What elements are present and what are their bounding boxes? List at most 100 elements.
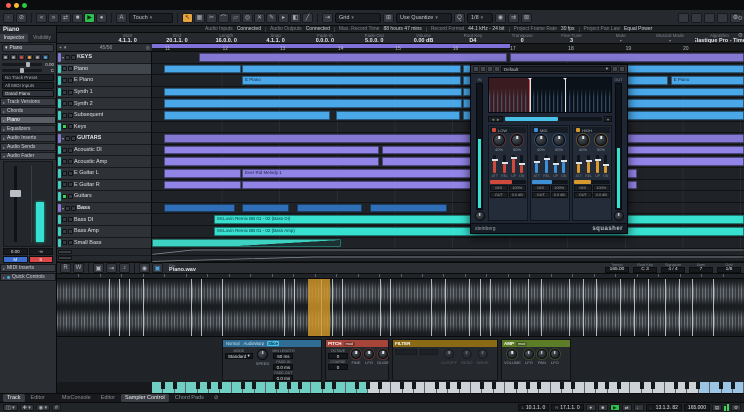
piano-key-black[interactable] — [616, 382, 621, 389]
track-lane-subsequent[interactable] — [152, 110, 744, 122]
band-slider-UP[interactable]: UP — [594, 155, 601, 179]
playback-tab-slice[interactable]: Slice — [267, 341, 279, 346]
track-solo-button[interactable] — [68, 170, 73, 176]
plugin-close-button[interactable] — [619, 66, 625, 72]
piano-key-black[interactable] — [434, 382, 439, 389]
track-mute-button[interactable] — [62, 147, 67, 153]
piano-key-black[interactable] — [514, 382, 519, 389]
warp-marker[interactable] — [541, 279, 543, 336]
inspector-section-track-versions[interactable]: ▸ Track Versions — [0, 98, 56, 106]
audition-button[interactable]: ◉ — [495, 12, 506, 23]
piano-key-black[interactable] — [377, 382, 382, 389]
piano-key-black[interactable] — [411, 382, 416, 389]
track-lane-bass-di[interactable]: McLovin Remix BB 01 - 02 (Bass DI) — [152, 214, 744, 226]
track-solo-button[interactable] — [68, 101, 73, 107]
left-tab-track[interactable]: Track — [3, 394, 25, 402]
warp-marker[interactable] — [479, 279, 481, 336]
band-slider-REL[interactable]: REL — [585, 155, 592, 179]
speed-knob[interactable] — [257, 349, 269, 360]
track-mute-button[interactable] — [62, 217, 67, 223]
track-header-bass-amp[interactable]: Bass Amp — [57, 226, 151, 238]
warp-marker[interactable] — [664, 279, 666, 336]
track-header-e-piano[interactable]: E Piano — [57, 75, 151, 87]
piano-key-black[interactable] — [650, 382, 655, 389]
band-row-value[interactable]: 100% — [508, 185, 526, 191]
glue-tool-button[interactable]: ⌒ — [218, 12, 229, 23]
piano-key-black[interactable] — [172, 382, 177, 389]
track-header-guitars[interactable]: ▾ GUITARS — [57, 133, 151, 145]
track-header-e-guitar-r[interactable]: E Guitar R — [57, 179, 151, 192]
clip-keys[interactable] — [510, 53, 744, 62]
band-row-value[interactable]: 0.0 dB — [508, 192, 526, 198]
inspector-section-equalizers[interactable]: ▸ Equalizers — [0, 125, 56, 133]
DRIVE-knob[interactable] — [477, 349, 488, 359]
right-locator[interactable]: R 17.1.1. 0 — [551, 404, 584, 411]
warp-marker[interactable] — [489, 279, 491, 336]
color-tool-button[interactable]: ◧ — [290, 12, 301, 23]
piano-key-black[interactable] — [457, 382, 462, 389]
warp-marker[interactable] — [647, 279, 649, 336]
crossfade-button[interactable]: ⊠ — [521, 12, 532, 23]
project-setup-button[interactable]: ⊘ — [16, 12, 27, 23]
track-mute-button[interactable] — [65, 54, 71, 60]
minimize-window-button[interactable] — [14, 3, 19, 8]
track-mute-button[interactable] — [62, 240, 67, 246]
arrangement-area[interactable]: E Piano E Piano Ever Rid Melody 1 McLovin R… — [152, 52, 744, 262]
warp-marker[interactable] — [568, 279, 570, 336]
plugin-bypass-button[interactable] — [473, 66, 479, 72]
window-layout-button-1[interactable] — [678, 12, 689, 23]
band-row-value[interactable]: 0.0 dB — [550, 192, 568, 198]
input-gain-knob[interactable] — [474, 211, 485, 221]
warp-marker[interactable] — [510, 279, 512, 336]
infoline-field-fine-tune[interactable]: Fine-Tune 3 — [547, 33, 596, 43]
track-solo-button[interactable] — [68, 193, 73, 199]
piano-key-black[interactable] — [480, 382, 485, 389]
knob[interactable] — [553, 134, 565, 146]
warp-marker[interactable] — [469, 279, 471, 336]
piano-key-black[interactable] — [286, 382, 291, 389]
mini-record-button[interactable]: ● — [585, 404, 596, 411]
fader-handle[interactable] — [10, 190, 21, 197]
band-mix-bar[interactable] — [574, 180, 610, 184]
piano-key-black[interactable] — [639, 382, 644, 389]
warp-marker[interactable] — [596, 279, 598, 336]
track-solo-button[interactable] — [68, 147, 73, 153]
routing-row-1[interactable]: All MIDI Inputs — [2, 82, 54, 89]
piano-key-black[interactable] — [195, 382, 200, 389]
folder-open-icon[interactable]: ▾ — [62, 136, 64, 141]
metronome-button[interactable]: ♩ — [633, 404, 644, 411]
crossover-marker-1[interactable] — [528, 78, 533, 112]
warp-marker[interactable] — [620, 279, 622, 336]
clip-piano[interactable] — [609, 64, 744, 74]
warp-marker[interactable] — [390, 279, 392, 336]
track-header-small-bass[interactable]: Small Bass — [57, 237, 151, 250]
clip-synth-2[interactable] — [163, 99, 462, 108]
read-automation-button[interactable]: R — [60, 263, 71, 273]
play-tool-tool-button[interactable]: ▸ — [278, 12, 289, 23]
track-button-4[interactable] — [34, 54, 41, 60]
knob[interactable] — [577, 134, 589, 146]
warp-marker[interactable] — [713, 279, 715, 336]
VOLUME-knob[interactable] — [507, 349, 518, 359]
band-slider-UP[interactable]: UP — [510, 155, 517, 179]
piano-key-black[interactable] — [218, 382, 223, 389]
track-lane-guitars[interactable] — [152, 133, 744, 145]
clip-synth-1[interactable] — [163, 87, 462, 97]
piano-key-black[interactable] — [354, 382, 359, 389]
band-mix-bar[interactable] — [532, 180, 568, 184]
band-row-value[interactable]: 100% — [592, 185, 610, 191]
plugin-preset-dropdown[interactable]: Default ▾ — [501, 66, 611, 72]
band-row-value[interactable]: 0.0 dB — [592, 192, 610, 198]
erase-tool-button[interactable]: ▱ — [230, 12, 241, 23]
playback-field-fade-in[interactable]: FADE-IN 0.0 ms — [272, 360, 294, 370]
tempo-display[interactable]: 165.000 — [683, 404, 710, 411]
mini-stop-button[interactable]: ■ — [597, 404, 608, 411]
track-header-bass-di[interactable]: Bass DI — [57, 214, 151, 226]
track-mute-button[interactable] — [62, 228, 67, 234]
track-solo-button[interactable] — [71, 54, 77, 60]
inspector-section-piano[interactable]: ▸ Piano — [0, 116, 56, 124]
warp-marker[interactable] — [431, 279, 433, 336]
preview-icon[interactable]: ◉ — [139, 263, 150, 273]
track-search-icon[interactable]: ◎ — [146, 45, 150, 51]
statusline-value[interactable]: 88 hours 47 mins — [383, 26, 421, 32]
